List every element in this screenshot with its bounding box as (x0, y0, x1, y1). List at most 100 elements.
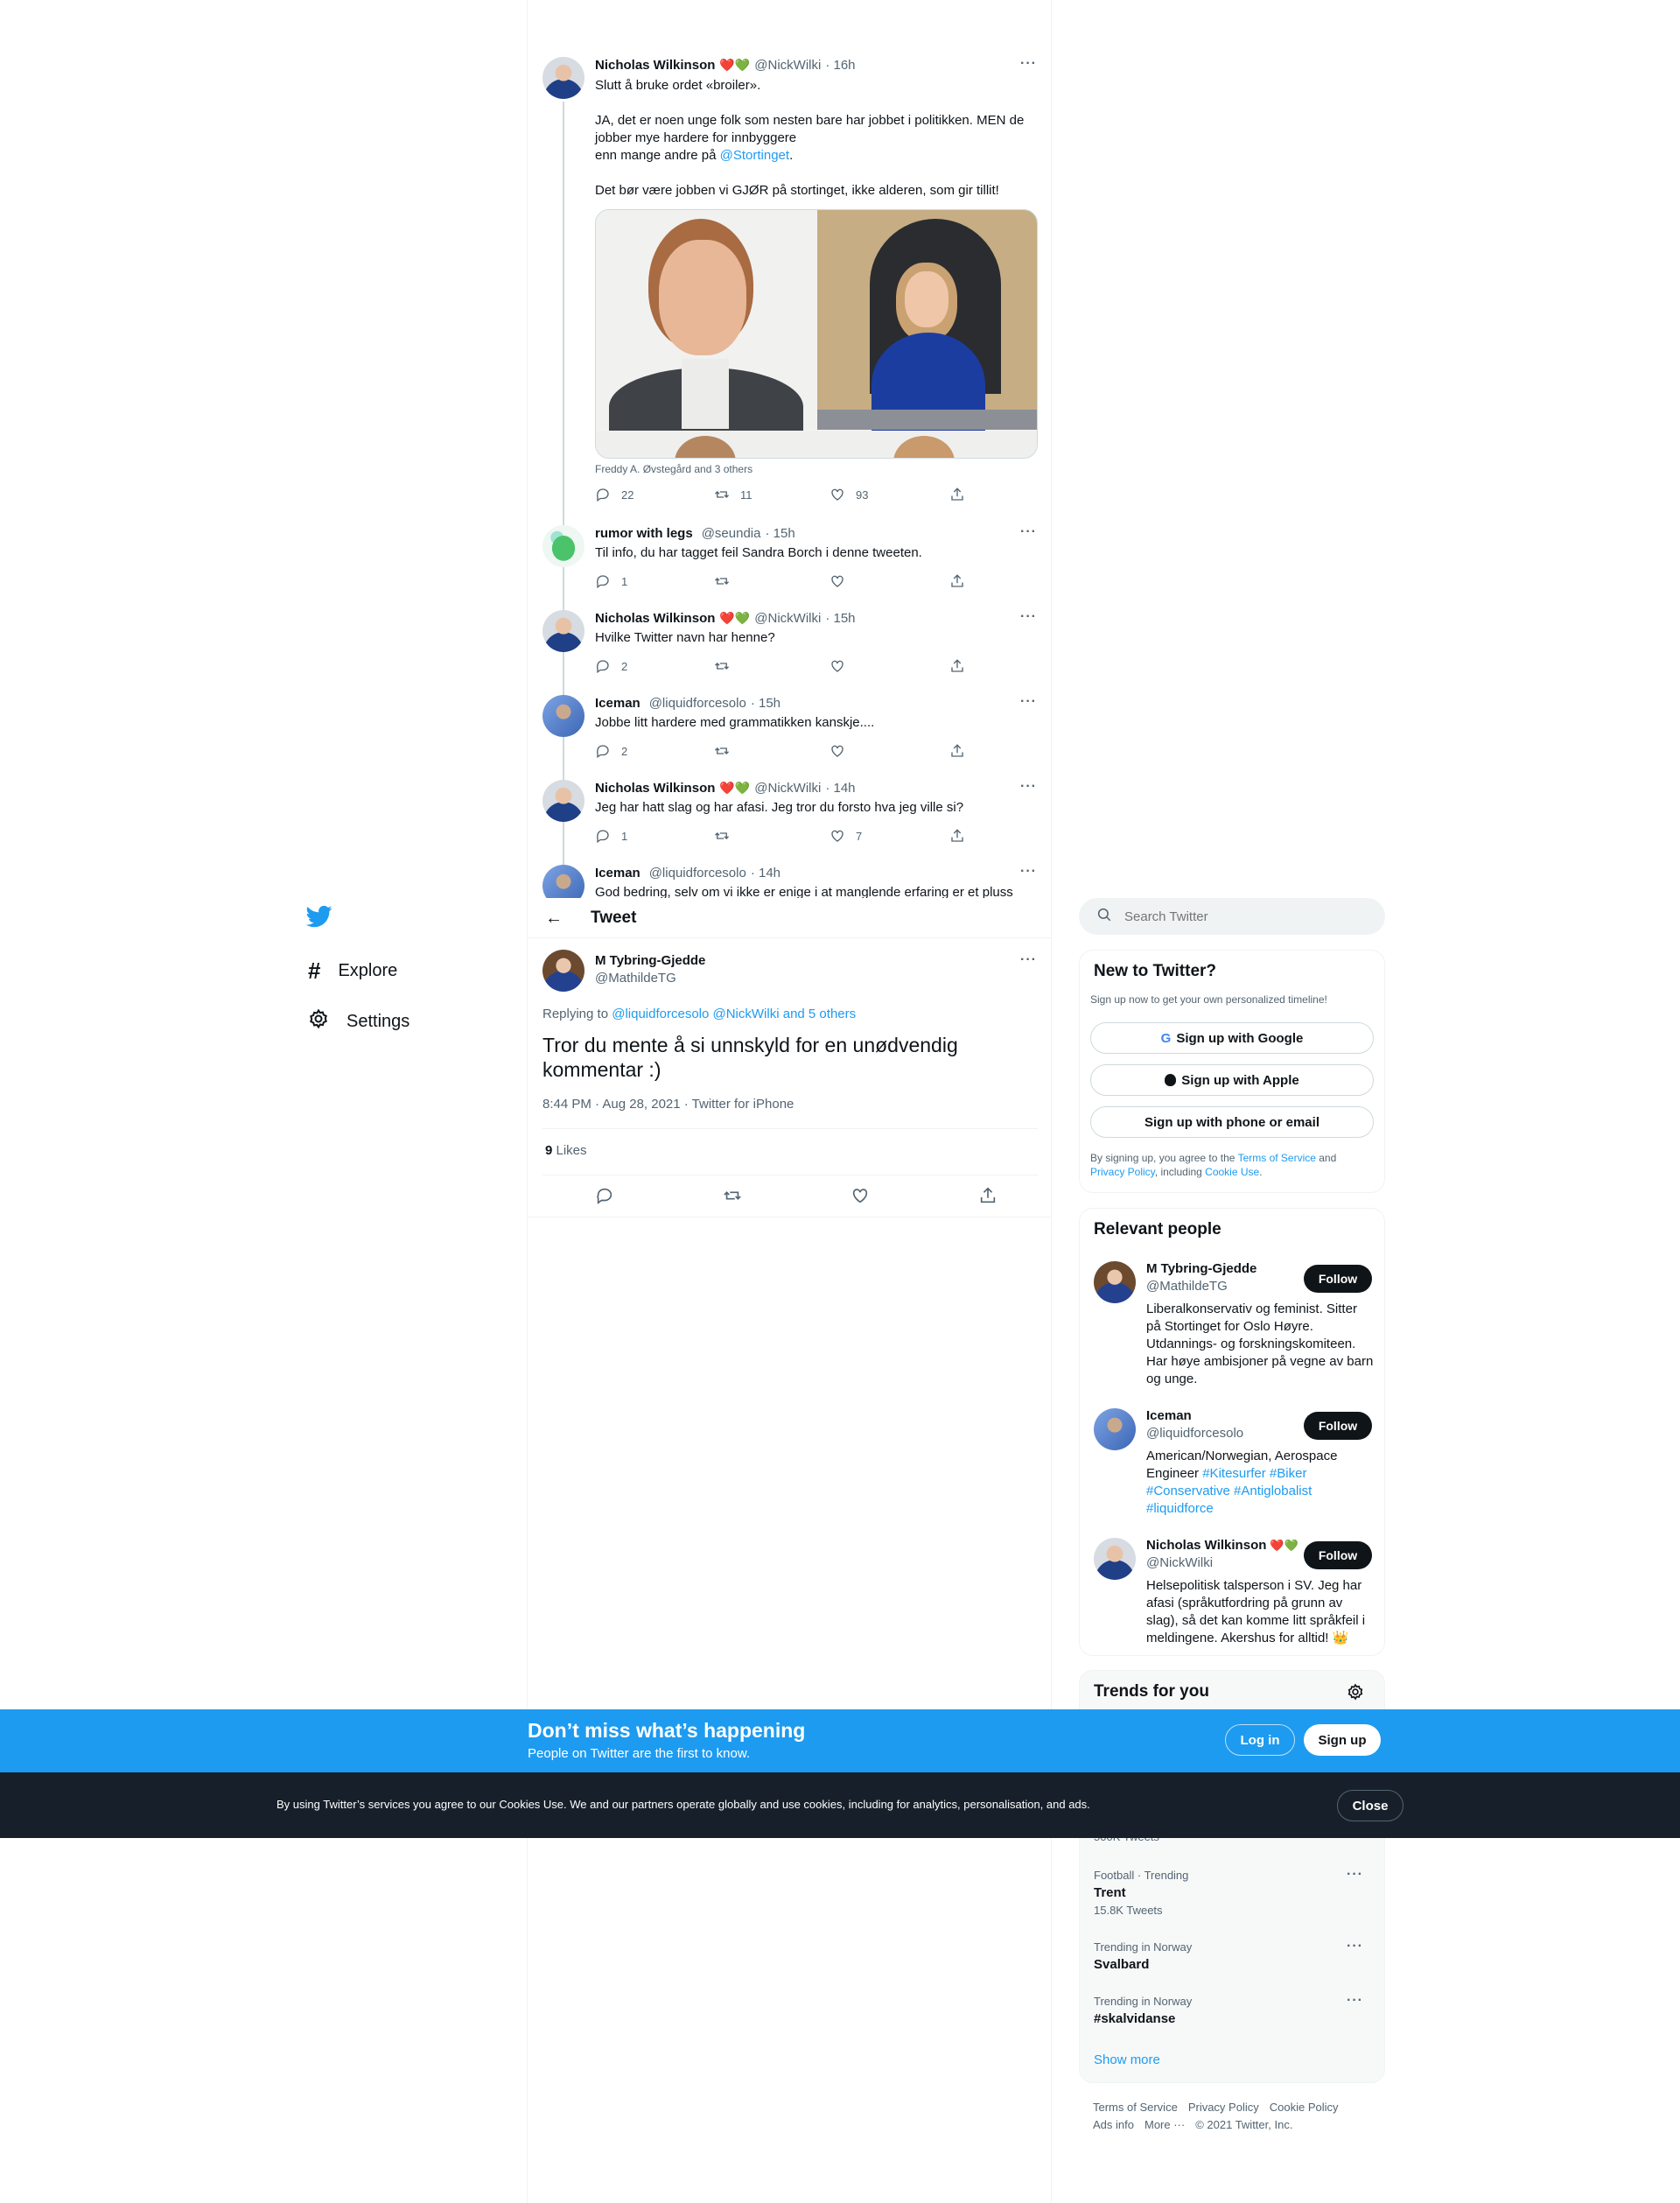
reply-button[interactable]: 22 (595, 487, 634, 502)
nav-settings[interactable]: Settings (308, 1008, 410, 1035)
avatar[interactable] (542, 780, 584, 822)
avatar[interactable] (1094, 1261, 1136, 1303)
like-button[interactable] (830, 573, 856, 589)
replying-users-link[interactable]: @liquidforcesolo @NickWilki (612, 1007, 779, 1021)
tweet-time[interactable]: · 16h (825, 58, 855, 73)
share-button[interactable] (949, 743, 965, 759)
author-name[interactable]: rumor with legs (595, 526, 693, 541)
more-icon[interactable]: ··· (1020, 952, 1037, 968)
retweet-button[interactable] (714, 743, 740, 759)
more-icon[interactable]: ··· (1020, 524, 1037, 540)
tos-link[interactable]: Terms of Service (1238, 1152, 1316, 1164)
nav-explore[interactable]: # Explore (308, 958, 397, 985)
reply-button[interactable]: 1 (595, 573, 627, 589)
likes-stat[interactable]: 9 Likes (545, 1143, 587, 1158)
reply-button[interactable]: 1 (595, 828, 627, 844)
trend-item[interactable]: Football · Trending Trent 15.8K Tweets (1094, 1869, 1188, 1917)
tweet-time[interactable]: · 14h (825, 781, 855, 796)
trend-item[interactable]: Trending in Norway Svalbard (1094, 1940, 1192, 1972)
person-name[interactable]: M Tybring-Gjedde (1146, 1261, 1256, 1276)
avatar[interactable] (542, 695, 584, 737)
retweet-button[interactable]: 11 (714, 487, 752, 502)
footer-privacy-link[interactable]: Privacy Policy (1188, 2099, 1259, 2116)
like-button[interactable] (830, 743, 856, 759)
mention-link[interactable]: @Stortinget (720, 148, 789, 163)
retweet-button[interactable] (714, 828, 740, 844)
author-handle[interactable]: @MathildeTG (595, 971, 676, 986)
more-icon[interactable]: ··· (1020, 609, 1037, 625)
more-icon[interactable]: ··· (1347, 1939, 1363, 1954)
tweet-header: Nicholas Wilkinson ❤️💚 @NickWilki · 14h (595, 781, 856, 796)
reply-button[interactable]: 2 (595, 658, 627, 674)
more-icon[interactable]: ··· (1347, 1993, 1363, 2009)
footer-ads-link[interactable]: Ads info (1093, 2116, 1134, 2134)
avatar[interactable] (542, 525, 584, 567)
follow-button[interactable]: Follow (1304, 1541, 1372, 1569)
tweet-media[interactable] (595, 209, 1038, 459)
more-icon[interactable]: ··· (1020, 56, 1037, 72)
like-button[interactable]: 7 (830, 828, 862, 844)
search-box[interactable] (1079, 898, 1385, 935)
tweet-timestamp[interactable]: 8:44 PM · Aug 28, 2021 · Twitter for iPh… (542, 1097, 794, 1112)
login-button[interactable]: Log in (1225, 1724, 1295, 1756)
share-button[interactable] (949, 487, 965, 502)
author-name[interactable]: Iceman (595, 866, 640, 880)
google-signup-button[interactable]: G Sign up with Google (1090, 1022, 1374, 1054)
twitter-logo-icon[interactable] (305, 903, 332, 934)
photo-3-4[interactable] (596, 431, 1037, 458)
author-name[interactable]: M Tybring-Gjedde (595, 953, 705, 968)
person-emoji: ❤️💚 (1270, 1538, 1298, 1552)
more-icon[interactable]: ··· (1020, 864, 1037, 880)
like-button[interactable] (830, 658, 856, 674)
cookie-link[interactable]: Cookie Use (1205, 1166, 1259, 1178)
author-name[interactable]: Iceman (595, 696, 640, 711)
signup-button[interactable]: Sign up (1304, 1724, 1381, 1756)
author-name[interactable]: Nicholas Wilkinson (595, 781, 715, 796)
share-button[interactable] (949, 573, 965, 589)
search-input[interactable] (1124, 909, 1352, 924)
more-icon[interactable]: ··· (1020, 694, 1037, 710)
more-icon[interactable]: ··· (1347, 1867, 1363, 1883)
avatar[interactable] (542, 57, 584, 99)
retweet-button[interactable] (714, 573, 740, 589)
reply-icon[interactable] (595, 1186, 614, 1210)
privacy-link[interactable]: Privacy Policy (1090, 1166, 1155, 1178)
footer-tos-link[interactable]: Terms of Service (1093, 2099, 1178, 2116)
person-name[interactable]: Nicholas Wilkinson (1146, 1538, 1266, 1553)
follow-button[interactable]: Follow (1304, 1265, 1372, 1293)
retweet-button[interactable] (714, 658, 740, 674)
tweet-time[interactable]: · 15h (825, 611, 855, 626)
cookie-close-button[interactable]: Close (1337, 1790, 1404, 1821)
more-icon[interactable]: ··· (1020, 779, 1037, 795)
footer-cookie-link[interactable]: Cookie Policy (1270, 2099, 1339, 2116)
trend-item[interactable]: Trending in Norway #skalvidanse (1094, 1995, 1192, 2026)
tweet-time[interactable]: · 15h (751, 696, 780, 711)
share-button[interactable] (949, 658, 965, 674)
like-button[interactable]: 93 (830, 487, 868, 502)
person-name[interactable]: Iceman (1146, 1408, 1192, 1423)
replying-others-link[interactable]: and 5 others (780, 1007, 856, 1021)
share-icon[interactable] (978, 1186, 998, 1210)
back-arrow-icon[interactable]: ← (545, 909, 563, 929)
avatar[interactable] (1094, 1408, 1136, 1450)
photo-1[interactable] (596, 210, 816, 446)
phone-signup-button[interactable]: Sign up with phone or email (1090, 1106, 1374, 1138)
retweet-icon[interactable] (723, 1186, 742, 1210)
avatar[interactable] (1094, 1538, 1136, 1580)
author-name[interactable]: Nicholas Wilkinson (595, 611, 715, 626)
heart-icon[interactable] (850, 1186, 870, 1210)
share-button[interactable] (949, 828, 965, 844)
author-name[interactable]: Nicholas Wilkinson (595, 58, 715, 73)
avatar[interactable] (542, 950, 584, 992)
photo-2[interactable] (817, 210, 1037, 438)
tweet-time[interactable]: · 15h (765, 526, 794, 541)
reply-button[interactable]: 2 (595, 743, 627, 759)
follow-button[interactable]: Follow (1304, 1412, 1372, 1440)
apple-signup-button[interactable]: Sign up with Apple (1090, 1064, 1374, 1096)
tagged-users[interactable]: Freddy A. Øvstegård and 3 others (595, 463, 752, 475)
footer-more-link[interactable]: More ··· (1144, 2116, 1185, 2134)
avatar[interactable] (542, 610, 584, 652)
tweet-time[interactable]: · 14h (751, 866, 780, 880)
show-more-link[interactable]: Show more (1094, 2052, 1160, 2067)
settings-gear-icon[interactable] (1347, 1683, 1364, 1705)
